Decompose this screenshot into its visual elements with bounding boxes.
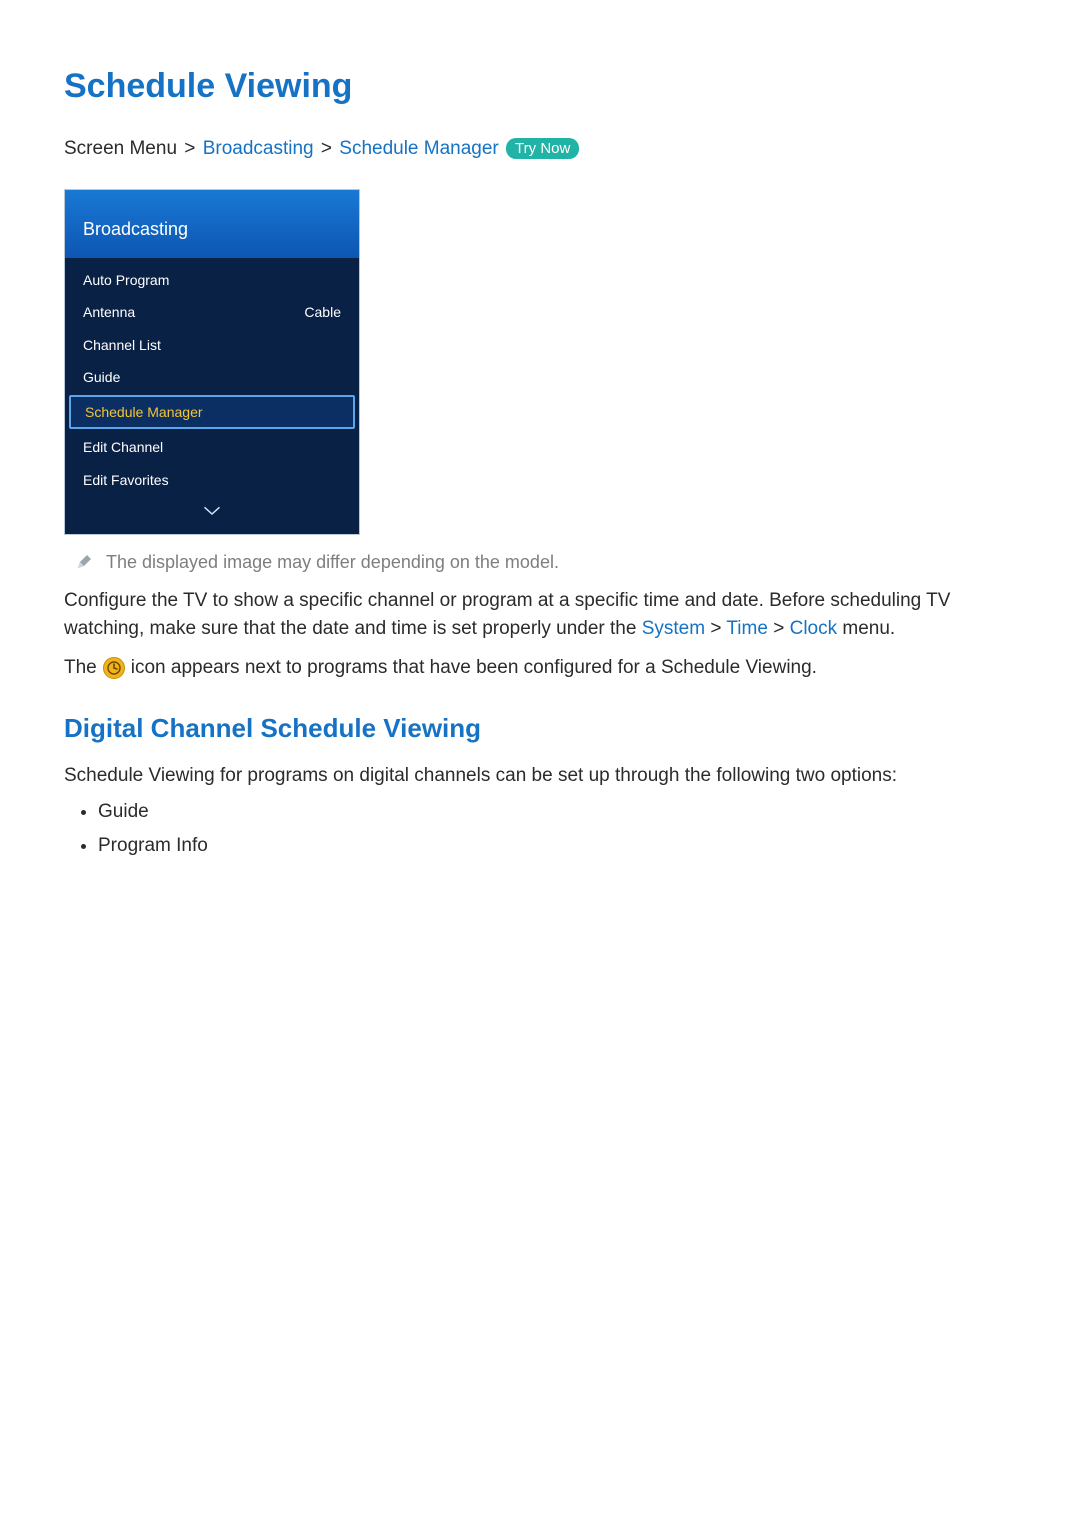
menu-item-label: Edit Channel xyxy=(83,437,163,457)
body-text: icon appears next to programs that have … xyxy=(131,654,817,683)
broadcasting-menu-card: Broadcasting Auto Program Antenna Cable … xyxy=(64,189,360,535)
list-item: Program Info xyxy=(98,832,1016,860)
link-time[interactable]: Time xyxy=(726,618,768,639)
menu-item-channel-list[interactable]: Channel List xyxy=(65,329,359,361)
menu-item-value: Cable xyxy=(304,302,341,322)
breadcrumb-broadcasting[interactable]: Broadcasting xyxy=(203,138,314,159)
menu-scroll-down[interactable] xyxy=(65,496,359,534)
body-text: menu. xyxy=(837,618,895,639)
separator: > xyxy=(710,618,721,639)
menu-item-label: Edit Favorites xyxy=(83,470,169,490)
menu-item-auto-program[interactable]: Auto Program xyxy=(65,264,359,296)
clock-icon xyxy=(103,657,125,679)
list-item: Guide xyxy=(98,798,1016,826)
menu-item-label: Schedule Manager xyxy=(85,402,203,422)
body-paragraph-1: Configure the TV to show a specific chan… xyxy=(64,587,1016,644)
chevron-down-icon xyxy=(203,501,221,522)
breadcrumb-schedule-manager[interactable]: Schedule Manager xyxy=(339,138,499,159)
menu-item-guide[interactable]: Guide xyxy=(65,361,359,393)
menu-item-edit-channel[interactable]: Edit Channel xyxy=(65,431,359,463)
menu-item-schedule-manager[interactable]: Schedule Manager xyxy=(69,395,355,429)
breadcrumb-lead: Screen Menu xyxy=(64,138,177,159)
link-system[interactable]: System xyxy=(642,618,705,639)
image-disclaimer: The displayed image may differ depending… xyxy=(76,549,1016,577)
page-title: Schedule Viewing xyxy=(64,62,1016,111)
menu-item-antenna[interactable]: Antenna Cable xyxy=(65,296,359,328)
try-now-badge[interactable]: Try Now xyxy=(506,138,579,159)
menu-item-label: Guide xyxy=(83,367,120,387)
options-list: Guide Program Info xyxy=(98,798,1016,859)
separator: > xyxy=(773,618,784,639)
menu-body: Auto Program Antenna Cable Channel List … xyxy=(65,258,359,534)
menu-item-label: Channel List xyxy=(83,335,161,355)
link-clock[interactable]: Clock xyxy=(790,618,838,639)
menu-item-label: Antenna xyxy=(83,302,135,322)
image-disclaimer-text: The displayed image may differ depending… xyxy=(106,549,559,575)
body-text: The xyxy=(64,654,97,683)
menu-item-label: Auto Program xyxy=(83,270,169,290)
body-paragraph-3: Schedule Viewing for programs on digital… xyxy=(64,762,1016,791)
breadcrumb-separator: > xyxy=(319,138,334,159)
breadcrumb: Screen Menu > Broadcasting > Schedule Ma… xyxy=(64,135,1016,163)
body-paragraph-2: The icon appears next to programs that h… xyxy=(64,654,1016,683)
breadcrumb-separator: > xyxy=(182,138,197,159)
subheading-digital-channel: Digital Channel Schedule Viewing xyxy=(64,710,1016,748)
menu-header: Broadcasting xyxy=(65,190,359,258)
menu-item-edit-favorites[interactable]: Edit Favorites xyxy=(65,464,359,496)
pencil-icon xyxy=(76,551,92,577)
